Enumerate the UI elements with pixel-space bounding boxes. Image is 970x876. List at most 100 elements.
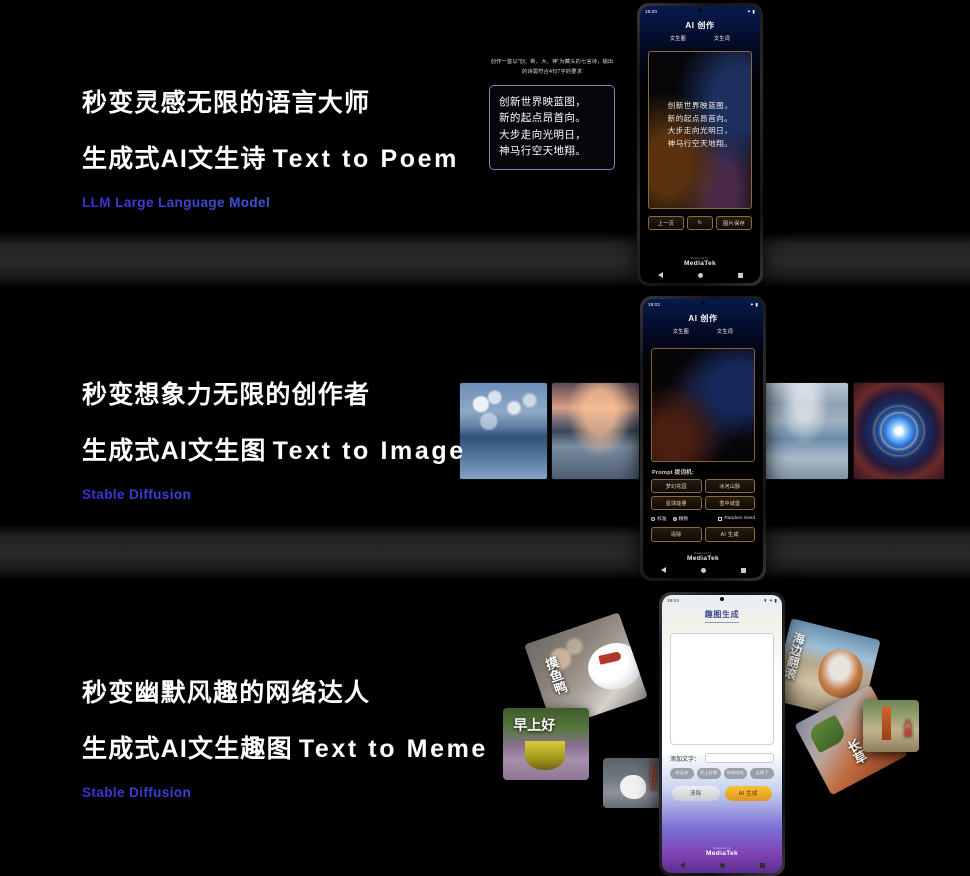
status-icons: ✦ ▮: [747, 8, 755, 14]
phone-screen: 19:02 ✦ ▮ AI 创作 文生图 文生词 Prompt 提词机: 梦幻花园…: [643, 299, 763, 578]
meme-caption: 下班快乐: [649, 762, 657, 790]
headline-main-cn: 生成式AI文生诗: [82, 145, 267, 174]
brand-mark: Powered by MediaTek: [640, 256, 760, 267]
meme-preview-canvas: [670, 633, 774, 745]
option-random-seed[interactable]: Random Seed: [718, 516, 755, 521]
image-canvas: [651, 348, 755, 462]
back-icon[interactable]: [657, 272, 663, 278]
status-bar: 19:00 ✦ ▮: [640, 6, 760, 17]
status-icons: ▼ ✦ ▮: [763, 597, 777, 603]
quality-options: 标准 精致 Random Seed: [651, 515, 755, 522]
poem-line: 新的起点昂首向。: [667, 113, 733, 123]
meme-card-carrot-mini: 八道: [863, 700, 919, 752]
tag-preset-4[interactable]: 太棒了: [750, 768, 774, 779]
promo-page: 秒变灵感无限的语言大师 生成式AI文生诗 Text to Poem LLM Lar…: [0, 0, 970, 876]
meme-card-morning-bowl: 早上好: [503, 708, 589, 780]
poem-line: 神马行空天地翔。: [499, 145, 587, 158]
recents-icon[interactable]: [740, 567, 746, 573]
generated-image-clouds-over-water: [459, 382, 548, 480]
prompt-label: Prompt 提词机:: [652, 470, 694, 476]
brand-mark: Powered by MediaTek: [643, 551, 763, 562]
title-underline: [705, 622, 739, 623]
checkbox-icon[interactable]: [718, 516, 723, 521]
phone-screen: 19:00 ✦ ▮ AI 创作 文生图 文生词 创新世界映蓝图， 新的起点昂首向…: [640, 6, 760, 283]
tab-text-to-poem[interactable]: 文生词: [714, 35, 730, 42]
back-icon[interactable]: [660, 567, 666, 573]
app-title: AI 创作: [685, 21, 715, 30]
poem-line: 神马行空天地翔。: [667, 138, 733, 148]
phone-screen: 19:04 ▼ ✦ ▮ 趣图生成 添加文字： 好运来 早上好哦 哈哈哈哈 太棒了…: [662, 595, 782, 873]
status-bar: 19:02 ✦ ▮: [643, 299, 763, 310]
status-time: 19:00: [645, 9, 657, 14]
app-title: 趣图生成: [704, 610, 740, 619]
poem-output: 创新世界映蓝图， 新的起点昂首向。 大步走向光明日， 神马行空天地翔。: [649, 100, 751, 150]
ai-generate-button[interactable]: AI 生成: [724, 785, 772, 801]
generated-image-cosmic-vortex: [853, 382, 945, 480]
status-time: 19:02: [648, 302, 660, 307]
headline-block-poem: 秒变灵感无限的语言大师 生成式AI文生诗 Text to Poem LLM Lar…: [82, 88, 459, 210]
meme-caption: 早上好: [513, 717, 556, 734]
home-icon[interactable]: [719, 862, 725, 868]
app-title: AI 创作: [688, 314, 718, 323]
tech-label: LLM Large Language Model: [82, 195, 459, 210]
headline-main-en: Text to Poem: [272, 145, 459, 174]
tab-text-to-image[interactable]: 文生图: [670, 35, 686, 42]
add-text-label: 添加文字：: [670, 756, 701, 763]
recents-icon[interactable]: [737, 272, 743, 278]
poem-line: 新的起点昂首向。: [499, 112, 587, 125]
preset-snow-castle[interactable]: 雪中城堡: [704, 496, 755, 511]
section-divider-band: [0, 524, 970, 580]
status-icons: ✦ ▮: [750, 301, 758, 307]
tech-label: Stable Diffusion: [82, 487, 466, 502]
brand-mark: Powered by MediaTek: [662, 846, 782, 857]
tab-bar: 文生图 文生词: [643, 324, 763, 335]
prompt-preset-grid: 梦幻花园 冰河山脉 星球能量 雪中城堡: [651, 479, 755, 511]
radio-icon[interactable]: [651, 516, 655, 521]
refresh-icon[interactable]: ↻: [687, 216, 713, 231]
clear-button[interactable]: 清除: [672, 785, 720, 801]
meme-tag-row: 好运来 早上好哦 哈哈哈哈 太棒了: [670, 768, 774, 779]
brand-name: MediaTek: [687, 555, 719, 562]
status-time: 19:04: [667, 598, 679, 603]
recents-icon[interactable]: [759, 862, 765, 868]
tag-preset-2[interactable]: 早上好哦: [696, 768, 721, 779]
tab-bar: 文生图 文生词: [640, 31, 760, 42]
android-nav-bar: [643, 564, 763, 576]
status-bar: 19:04 ▼ ✦ ▮: [662, 595, 782, 606]
section-divider-band: [0, 232, 970, 288]
ai-generate-button[interactable]: AI 生成: [704, 527, 755, 542]
preset-dream-garden[interactable]: 梦幻花园: [651, 479, 702, 494]
generated-image-rocky-glacier: [760, 382, 849, 480]
tab-text-to-image[interactable]: 文生图: [673, 328, 689, 335]
tag-preset-3[interactable]: 哈哈哈哈: [723, 768, 748, 779]
option-label: 标准: [657, 517, 667, 523]
poem-line: 创新世界映蓝图，: [667, 101, 733, 110]
phone-mockup-image: 19:02 ✦ ▮ AI 创作 文生图 文生词 Prompt 提词机: 梦幻花园…: [640, 296, 766, 581]
headline-block-meme: 秒变幽默风趣的网络达人 生成式AI文生趣图 Text to Meme Stable…: [82, 678, 488, 800]
poem-line: 大步走向光明日，: [499, 128, 587, 141]
option-standard[interactable]: 标准: [651, 515, 667, 522]
tag-preset-1[interactable]: 好运来: [670, 768, 694, 779]
tech-label: Stable Diffusion: [82, 785, 488, 800]
headline-main: 生成式AI文生趣图 Text to Meme: [82, 729, 488, 765]
poem-action-bar: 上一页 ↻ 图片保存: [648, 216, 752, 231]
home-icon[interactable]: [697, 272, 703, 278]
preset-ice-mountains[interactable]: 冰河山脉: [704, 479, 755, 494]
radio-selected-icon[interactable]: [672, 516, 677, 521]
save-image-button[interactable]: 图片保存: [716, 216, 752, 231]
back-icon[interactable]: [679, 862, 685, 868]
poem-result-box: 创新世界映蓝图， 新的起点昂首向。 大步走向光明日， 神马行空天地翔。: [489, 84, 615, 170]
option-fine[interactable]: 精致: [672, 515, 688, 522]
home-icon[interactable]: [700, 567, 706, 573]
headline-main-cn: 生成式AI文生图: [82, 437, 267, 466]
headline-main-cn: 生成式AI文生趣图: [82, 735, 293, 764]
headline-block-image: 秒变想象力无限的创作者 生成式AI文生图 Text to Image Stable…: [82, 380, 466, 502]
preset-planet-energy[interactable]: 星球能量: [651, 496, 702, 511]
meme-card-duck-river: 下班快乐: [603, 758, 661, 808]
android-nav-bar: [640, 269, 760, 281]
add-text-input[interactable]: [705, 753, 774, 763]
previous-page-button[interactable]: 上一页: [648, 216, 684, 231]
headline-main: 生成式AI文生诗 Text to Poem: [82, 139, 459, 175]
tab-text-to-poem[interactable]: 文生词: [717, 328, 733, 335]
clear-button[interactable]: 清除: [651, 527, 702, 542]
